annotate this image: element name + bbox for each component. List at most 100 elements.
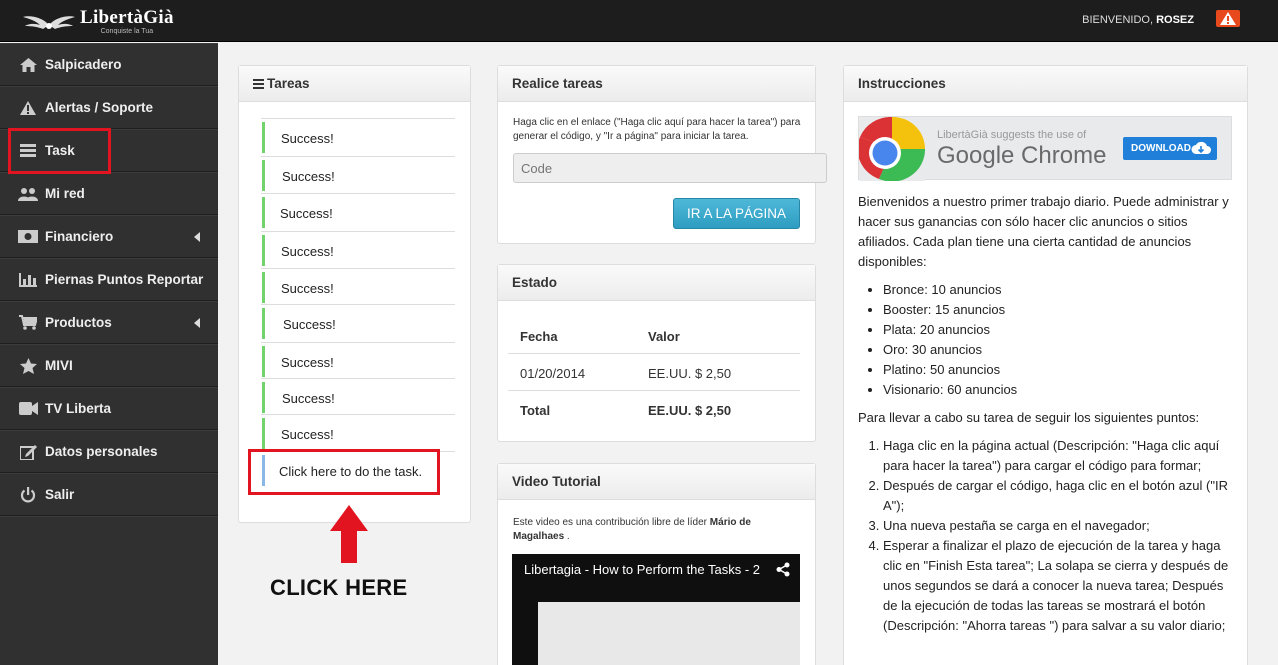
share-icon[interactable]: [776, 562, 790, 577]
list-item: Booster: 15 anuncios: [883, 300, 1230, 320]
instrucciones-title: Instrucciones: [858, 76, 946, 91]
list-item: Visionario: 60 anuncios: [883, 380, 1230, 400]
video-tutorial-panel: Video Tutorial Este video es una contrib…: [497, 463, 816, 665]
edit-icon: [18, 444, 38, 460]
list-item: Oro: 30 anuncios: [883, 340, 1230, 360]
status-bar: [262, 234, 265, 266]
cloud-download-icon: [1191, 141, 1211, 154]
step-list: Haga clic en la página actual (Descripci…: [883, 436, 1230, 636]
click-here-annotation: CLICK HERE: [270, 575, 408, 600]
estado-title: Estado: [512, 275, 558, 290]
status-bar: [262, 159, 265, 191]
sidebar-item-financiero[interactable]: Financiero: [0, 215, 218, 258]
users-icon: [18, 186, 38, 202]
warning-icon: [18, 100, 38, 116]
task-row[interactable]: Success!: [261, 118, 455, 156]
sidebar-divider: [0, 516, 218, 536]
logo[interactable]: LibertàGià Conquiste la Tua: [22, 8, 174, 35]
video-camera-icon: [18, 401, 38, 417]
status-bar: [262, 381, 265, 413]
ad-small-text: LibertàGià suggests the use of: [937, 129, 1087, 141]
sidebar-item-label: Alertas / Soporte: [45, 100, 154, 115]
task-status: Success!: [281, 426, 334, 442]
task-status: Success!: [282, 168, 335, 184]
sidebar-item-label: Financiero: [45, 229, 114, 244]
logo-tagline: Conquiste la Tua: [100, 28, 154, 35]
bar-chart-icon: [18, 272, 38, 288]
sidebar-item-piernas[interactable]: Piernas Puntos Reportar: [0, 258, 218, 301]
total-value: EE.UU. $ 2,50: [648, 403, 732, 418]
sidebar-item-tv-liberta[interactable]: TV Liberta: [0, 387, 218, 430]
task-status: Success!: [281, 281, 334, 296]
sidebar-item-label: Mi red: [45, 186, 85, 201]
sidebar-item-salir[interactable]: Salir: [0, 473, 218, 516]
sidebar-item-label: Salir: [45, 487, 75, 502]
top-bar: LibertàGià Conquiste la Tua BIENVENIDO, …: [0, 0, 1278, 42]
instr-steps-intro: Para llevar a cabo su tarea de seguir lo…: [858, 410, 1200, 425]
sidebar-item-mivi[interactable]: MIVI: [0, 344, 218, 387]
task-status: Success!: [281, 131, 334, 146]
status-bar: [262, 272, 265, 303]
download-label: DOWNLOAD: [1131, 143, 1191, 154]
status-bar: [262, 122, 265, 153]
alert-button[interactable]: [1216, 10, 1240, 27]
task-status: Success!: [280, 206, 333, 221]
tareas-header: Tareas: [239, 66, 470, 102]
fecha-cell: 01/20/2014: [520, 366, 586, 381]
home-icon: [18, 57, 38, 73]
chrome-ad-banner[interactable]: LibertàGià suggests the use of Google Ch…: [858, 116, 1232, 181]
sidebar-item-salpicadero[interactable]: Salpicadero: [0, 43, 218, 86]
task-row[interactable]: Success!: [261, 230, 455, 269]
warning-icon: [1220, 12, 1236, 25]
sidebar-item-mi-red[interactable]: Mi red: [0, 172, 218, 215]
task-status: Success!: [281, 243, 334, 259]
estado-panel: Estado Fecha Valor 01/20/2014 EE.UU. $ 2…: [497, 264, 816, 442]
task-row[interactable]: Success!: [261, 193, 455, 231]
valor-cell: EE.UU. $ 2,50: [648, 366, 732, 381]
table-row: 01/20/2014 EE.UU. $ 2,50: [508, 354, 800, 391]
estado-header: Estado: [498, 265, 815, 301]
sidebar-item-productos[interactable]: Productos: [0, 301, 218, 344]
status-bar: [262, 197, 265, 228]
video-header: Video Tutorial: [498, 464, 815, 500]
list-item: Después de cargar el código, haga clic e…: [883, 476, 1230, 516]
logo-name: LibertàGià: [80, 7, 174, 28]
sidebar-item-datos-personales[interactable]: Datos personales: [0, 430, 218, 473]
arrow-up-icon: [330, 505, 368, 563]
money-icon: [18, 229, 38, 245]
list-item: Bronce: 10 anuncios: [883, 280, 1230, 300]
realice-title: Realice tareas: [512, 76, 603, 91]
table-total-row: Total EE.UU. $ 2,50: [508, 391, 800, 428]
instrucciones-body: Bienvenidos a nuestro primer trabajo dia…: [858, 192, 1230, 636]
task-highlight-box: [8, 128, 111, 174]
code-input[interactable]: [513, 153, 827, 183]
video-intro-text: Este video es una contribución libre de …: [513, 517, 710, 528]
status-bar: [262, 308, 265, 339]
estado-table: Fecha Valor 01/20/2014 EE.UU. $ 2,50 Tot…: [508, 317, 800, 428]
ad-big-text: Google Chrome: [937, 142, 1107, 169]
task-row[interactable]: Success!: [261, 304, 455, 342]
list-item: Esperar a finalizar el plazo de ejecució…: [883, 536, 1230, 636]
video-intro: Este video es una contribución libre de …: [513, 516, 803, 543]
task-status: Success!: [282, 390, 335, 406]
task-row[interactable]: Success!: [261, 377, 455, 414]
realice-tareas-panel: Realice tareas Haga clic en el enlace ("…: [497, 65, 827, 244]
cart-icon: [18, 315, 38, 331]
ir-a-la-pagina-button[interactable]: IR A LA PÁGINA: [673, 198, 800, 229]
realice-description: Haga clic en el enlace ("Haga clic aquí …: [513, 117, 801, 142]
task-row[interactable]: Success!: [261, 268, 455, 304]
chrome-logo-icon: [859, 117, 925, 181]
sidebar-item-label: MIVI: [45, 358, 73, 373]
sidebar-item-alertas[interactable]: Alertas / Soporte: [0, 86, 218, 129]
video-player[interactable]: Libertagia - How to Perform the Tasks - …: [512, 554, 800, 665]
task-row[interactable]: Success!: [261, 341, 455, 378]
welcome-prefix: BIENVENIDO,: [1082, 14, 1157, 26]
download-button[interactable]: DOWNLOAD: [1123, 137, 1217, 160]
sidebar-item-label: Datos personales: [45, 444, 158, 459]
task-row[interactable]: Success!: [261, 155, 455, 194]
list-item: Una nueva pestaña se carga en el navegad…: [883, 516, 1230, 536]
task-row[interactable]: Success!: [261, 413, 455, 452]
list-item: Platino: 50 anuncios: [883, 360, 1230, 380]
status-bar: [262, 345, 265, 377]
sidebar-item-label: Productos: [45, 315, 112, 330]
